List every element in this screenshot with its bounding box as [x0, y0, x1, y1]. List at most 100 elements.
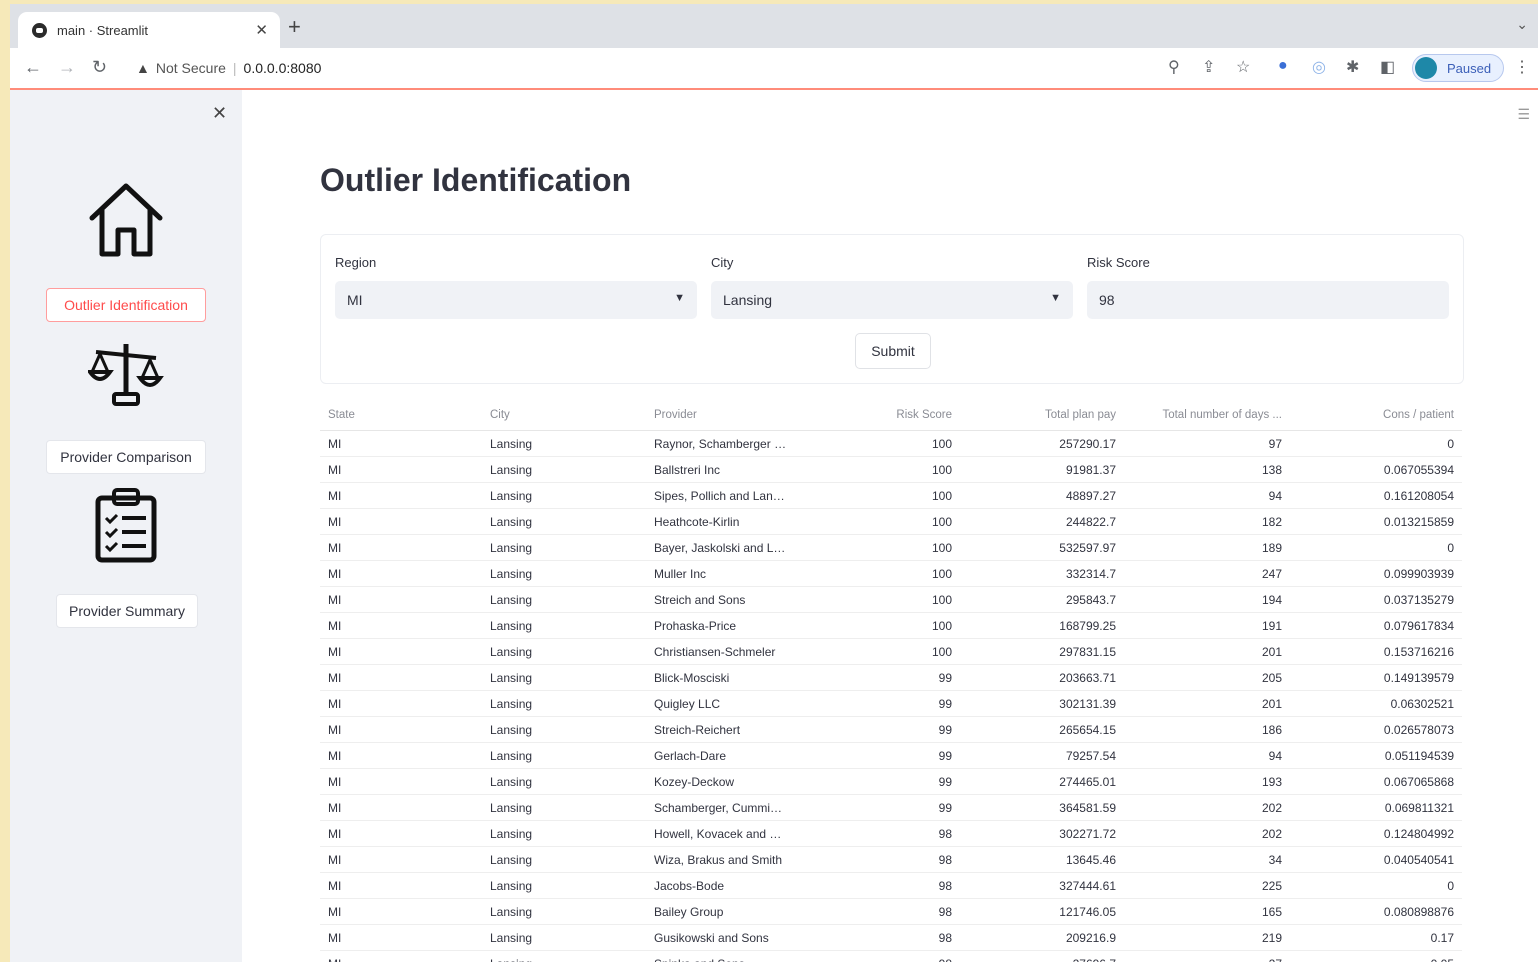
- table-cell: 100: [796, 430, 960, 457]
- risk-score-label: Risk Score: [1087, 255, 1150, 270]
- region-select[interactable]: MI ▼: [335, 281, 697, 319]
- table-row[interactable]: MI Lansing Sipes, Pollich and Lang… 100 4889…: [320, 482, 1462, 509]
- zoom-icon[interactable]: ⚲: [1168, 57, 1180, 77]
- table-cell: 98: [796, 872, 960, 899]
- table-cell: 201: [1124, 638, 1290, 665]
- table-row[interactable]: MI Lansing Heathcote-Kirlin 100 244822.7 182 0…: [320, 508, 1462, 535]
- table-row[interactable]: MI Lansing Raynor, Schamberger a… 100 257290…: [320, 430, 1462, 457]
- table-row[interactable]: MI Lansing Howell, Kovacek and P… 98 302271.…: [320, 820, 1462, 847]
- table-cell: 202: [1124, 794, 1290, 821]
- table-cell: 48897.27: [960, 482, 1124, 509]
- new-tab-icon[interactable]: +: [288, 16, 301, 38]
- forward-icon[interactable]: →: [58, 57, 76, 77]
- table-row[interactable]: MILansingSpinka and Sons9827696.7270.05: [320, 950, 1462, 962]
- table-row[interactable]: MI Lansing Jacobs-Bode 98 327444.61 225 0: [320, 872, 1462, 899]
- table-cell: Quigley LLC: [646, 690, 796, 717]
- table-row[interactable]: MI Lansing Bayer, Jaskolski and La… 100 5325…: [320, 534, 1462, 561]
- table-cell: 34: [1124, 846, 1290, 873]
- table-cell: Lansing: [482, 508, 646, 535]
- table-cell: 99: [796, 664, 960, 691]
- side-panel-icon[interactable]: ◧: [1380, 57, 1395, 77]
- address-bar[interactable]: ▲ Not Secure | 0.0.0.0:8080: [130, 54, 1160, 82]
- tab-title: main · Streamlit: [57, 22, 149, 38]
- risk-score-input[interactable]: 98: [1087, 281, 1449, 319]
- table-row[interactable]: MI Lansing Ballstreri Inc 100 91981.37 138 0.0…: [320, 456, 1462, 483]
- puzzle-extensions-icon[interactable]: ✱: [1346, 57, 1359, 77]
- table-cell: Christiansen-Schmeler: [646, 638, 796, 665]
- browser-tab[interactable]: main · Streamlit ✕: [18, 12, 280, 48]
- table-row[interactable]: MI Lansing Wiza, Brakus and Smith 98 13645.4…: [320, 846, 1462, 873]
- table-cell: 0.149139579: [1290, 664, 1462, 691]
- city-select[interactable]: Lansing ▼: [711, 281, 1073, 319]
- close-tab-icon[interactable]: ✕: [255, 21, 268, 39]
- table-row[interactable]: MI Lansing Kozey-Deckow 99 274465.01 193 0.067…: [320, 768, 1462, 795]
- column-header[interactable]: State: [320, 400, 482, 431]
- column-header[interactable]: Total plan pay: [960, 400, 1124, 431]
- tab-search-chevron-icon[interactable]: ⌄: [1516, 16, 1528, 33]
- sidebar-item-provider-comparison[interactable]: Provider Comparison: [46, 440, 206, 474]
- table-cell: 0.069811321: [1290, 794, 1462, 821]
- back-icon[interactable]: ←: [24, 57, 42, 77]
- table-cell: Lansing: [482, 482, 646, 509]
- table-row[interactable]: MI Lansing Bailey Group 98 121746.05 165 0.080…: [320, 898, 1462, 925]
- table-row[interactable]: MI Lansing Quigley LLC 99 302131.39 201 0.0630…: [320, 690, 1462, 717]
- column-header[interactable]: Provider: [646, 400, 796, 431]
- table-cell: 194: [1124, 586, 1290, 613]
- table-cell: 205: [1124, 664, 1290, 691]
- column-header[interactable]: City: [482, 400, 646, 431]
- column-header[interactable]: Cons / patient: [1290, 400, 1462, 431]
- table-cell: Bayer, Jaskolski and La…: [646, 534, 796, 561]
- submit-button[interactable]: Submit: [855, 333, 931, 369]
- table-cell: 0.153716216: [1290, 638, 1462, 665]
- table-cell: Lansing: [482, 716, 646, 743]
- extension-icon[interactable]: ●: [1278, 57, 1288, 75]
- bookmark-star-icon[interactable]: ☆: [1236, 57, 1250, 77]
- table-cell: 98: [796, 950, 960, 962]
- table-cell: 257290.17: [960, 430, 1124, 457]
- table-row[interactable]: MI Lansing Streich-Reichert 99 265654.15 186 0…: [320, 716, 1462, 743]
- profile-button[interactable]: Paused: [1412, 54, 1504, 82]
- column-header[interactable]: Total number of days ...: [1124, 400, 1290, 431]
- chevron-down-icon: ▼: [674, 292, 685, 304]
- table-cell: Heathcote-Kirlin: [646, 508, 796, 535]
- table-cell: MI: [320, 950, 482, 962]
- table-row[interactable]: MI Lansing Muller Inc 100 332314.7 247 0.09990…: [320, 560, 1462, 587]
- table-row[interactable]: MI Lansing Christiansen-Schmeler 100 297831.…: [320, 638, 1462, 665]
- browser-menu-icon[interactable]: ⋮: [1514, 57, 1530, 77]
- table-cell: 100: [796, 638, 960, 665]
- table-row[interactable]: MI Lansing Schamberger, Cummin… 99 364581.59…: [320, 794, 1462, 821]
- table-cell: 265654.15: [960, 716, 1124, 743]
- table-row[interactable]: MI Lansing Gusikowski and Sons 98 209216.9 21…: [320, 924, 1462, 951]
- column-header[interactable]: Risk Score: [796, 400, 960, 431]
- table-cell: MI: [320, 846, 482, 873]
- share-icon[interactable]: ⇪: [1202, 57, 1215, 77]
- table-cell: 191: [1124, 612, 1290, 639]
- table-cell: MI: [320, 638, 482, 665]
- sidebar: ✕ Outlier Identification Provider Compar…: [10, 90, 242, 962]
- table-cell: MI: [320, 534, 482, 561]
- region-label: Region: [335, 255, 377, 270]
- close-sidebar-icon[interactable]: ✕: [212, 104, 227, 122]
- clipboard-checklist-icon: [95, 488, 157, 563]
- results-table[interactable]: State City Provider Risk Score Total plan pa…: [320, 400, 1462, 962]
- table-cell: Lansing: [482, 612, 646, 639]
- table-row[interactable]: MI Lansing Gerlach-Dare 99 79257.54 94 0.05119…: [320, 742, 1462, 769]
- page-title: Outlier Identification: [320, 162, 632, 198]
- city-label: City: [711, 255, 734, 270]
- table-cell: 79257.54: [960, 742, 1124, 769]
- table-row[interactable]: MI Lansing Blick-Mosciski 99 203663.71 205 0.1…: [320, 664, 1462, 691]
- reload-icon[interactable]: ↻: [92, 57, 107, 77]
- table-cell: MI: [320, 898, 482, 925]
- table-cell: Lansing: [482, 560, 646, 587]
- extension-icon[interactable]: ◎: [1312, 57, 1326, 77]
- table-row[interactable]: MI Lansing Streich and Sons 100 295843.7 194 0…: [320, 586, 1462, 613]
- table-row[interactable]: MI Lansing Prohaska-Price 100 168799.25 191 0.…: [320, 612, 1462, 639]
- table-cell: MI: [320, 742, 482, 769]
- table-cell: MI: [320, 716, 482, 743]
- table-cell: Kozey-Deckow: [646, 768, 796, 795]
- table-cell: 0.099903939: [1290, 560, 1462, 587]
- app-menu-icon[interactable]: ☰: [1517, 106, 1530, 123]
- sidebar-item-outlier-identification[interactable]: Outlier Identification: [46, 288, 206, 322]
- table-cell: 0.026578073: [1290, 716, 1462, 743]
- sidebar-item-provider-summary[interactable]: Provider Summary: [56, 594, 198, 628]
